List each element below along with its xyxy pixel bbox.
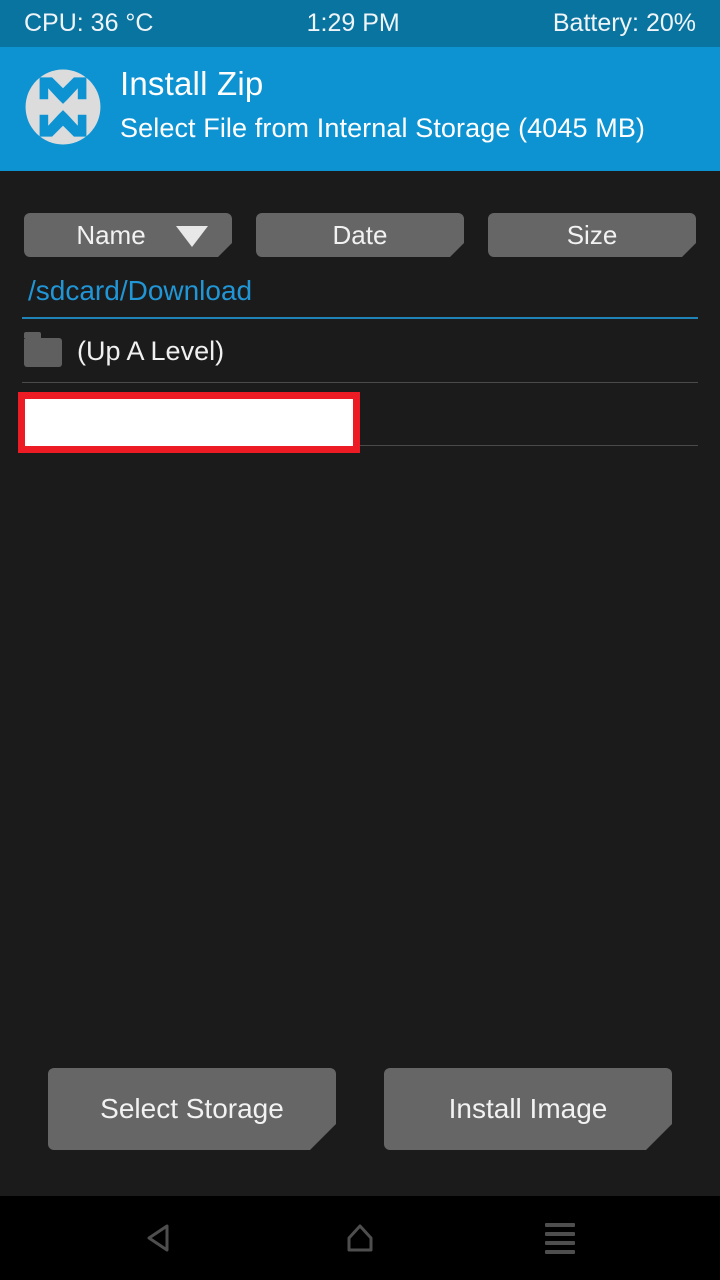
status-bar: CPU: 36 °C 1:29 PM Battery: 20% bbox=[0, 0, 720, 47]
page-subtitle: Select File from Internal Storage (4045 … bbox=[120, 113, 646, 143]
sort-by-date-label: Date bbox=[332, 219, 388, 250]
battery-level-text: Battery: 20% bbox=[552, 9, 696, 37]
sort-by-name-button[interactable]: Name bbox=[24, 213, 232, 257]
page-title: Install Zip bbox=[120, 65, 264, 102]
back-triangle-icon bbox=[147, 1224, 169, 1252]
install-image-label: Install Image bbox=[448, 1093, 608, 1124]
select-storage-label: Select Storage bbox=[100, 1093, 284, 1124]
sort-by-size-label: Size bbox=[566, 219, 618, 250]
clock-text: 1:29 PM bbox=[306, 9, 400, 37]
sort-by-size-button[interactable]: Size bbox=[488, 213, 696, 257]
twrp-recovery-screen: CPU: 36 °C 1:29 PM Battery: 20% Install … bbox=[0, 0, 720, 1280]
redaction-highlight-box bbox=[18, 392, 360, 453]
list-item-label: (Up A Level) bbox=[77, 336, 225, 366]
install-image-button[interactable]: Install Image bbox=[384, 1068, 672, 1150]
cpu-temperature-text: CPU: 36 °C bbox=[24, 9, 154, 37]
sort-button-row: Name Date Size bbox=[0, 213, 720, 257]
menu-lines-icon bbox=[545, 1218, 575, 1259]
sort-by-name-label: Name bbox=[76, 219, 146, 250]
select-storage-button[interactable]: Select Storage bbox=[48, 1068, 336, 1150]
list-item[interactable]: (Up A Level) bbox=[0, 320, 720, 383]
folder-icon bbox=[24, 332, 62, 367]
nav-home-button[interactable] bbox=[280, 1196, 440, 1280]
nav-menu-button[interactable] bbox=[480, 1196, 640, 1280]
nav-back-button[interactable] bbox=[80, 1196, 240, 1280]
home-icon bbox=[347, 1224, 373, 1252]
android-navigation-bar bbox=[0, 1196, 720, 1280]
sort-by-date-button[interactable]: Date bbox=[256, 213, 464, 257]
path-divider bbox=[22, 317, 698, 319]
action-button-row: Select Storage Install Image bbox=[0, 1068, 720, 1150]
page-header: Install Zip Select File from Internal St… bbox=[0, 47, 720, 171]
twrp-logo-icon bbox=[25, 69, 101, 145]
file-list: (Up A Level) bbox=[0, 320, 720, 1060]
caret-down-icon bbox=[176, 226, 208, 247]
current-path-text: /sdcard/Download bbox=[28, 275, 253, 306]
